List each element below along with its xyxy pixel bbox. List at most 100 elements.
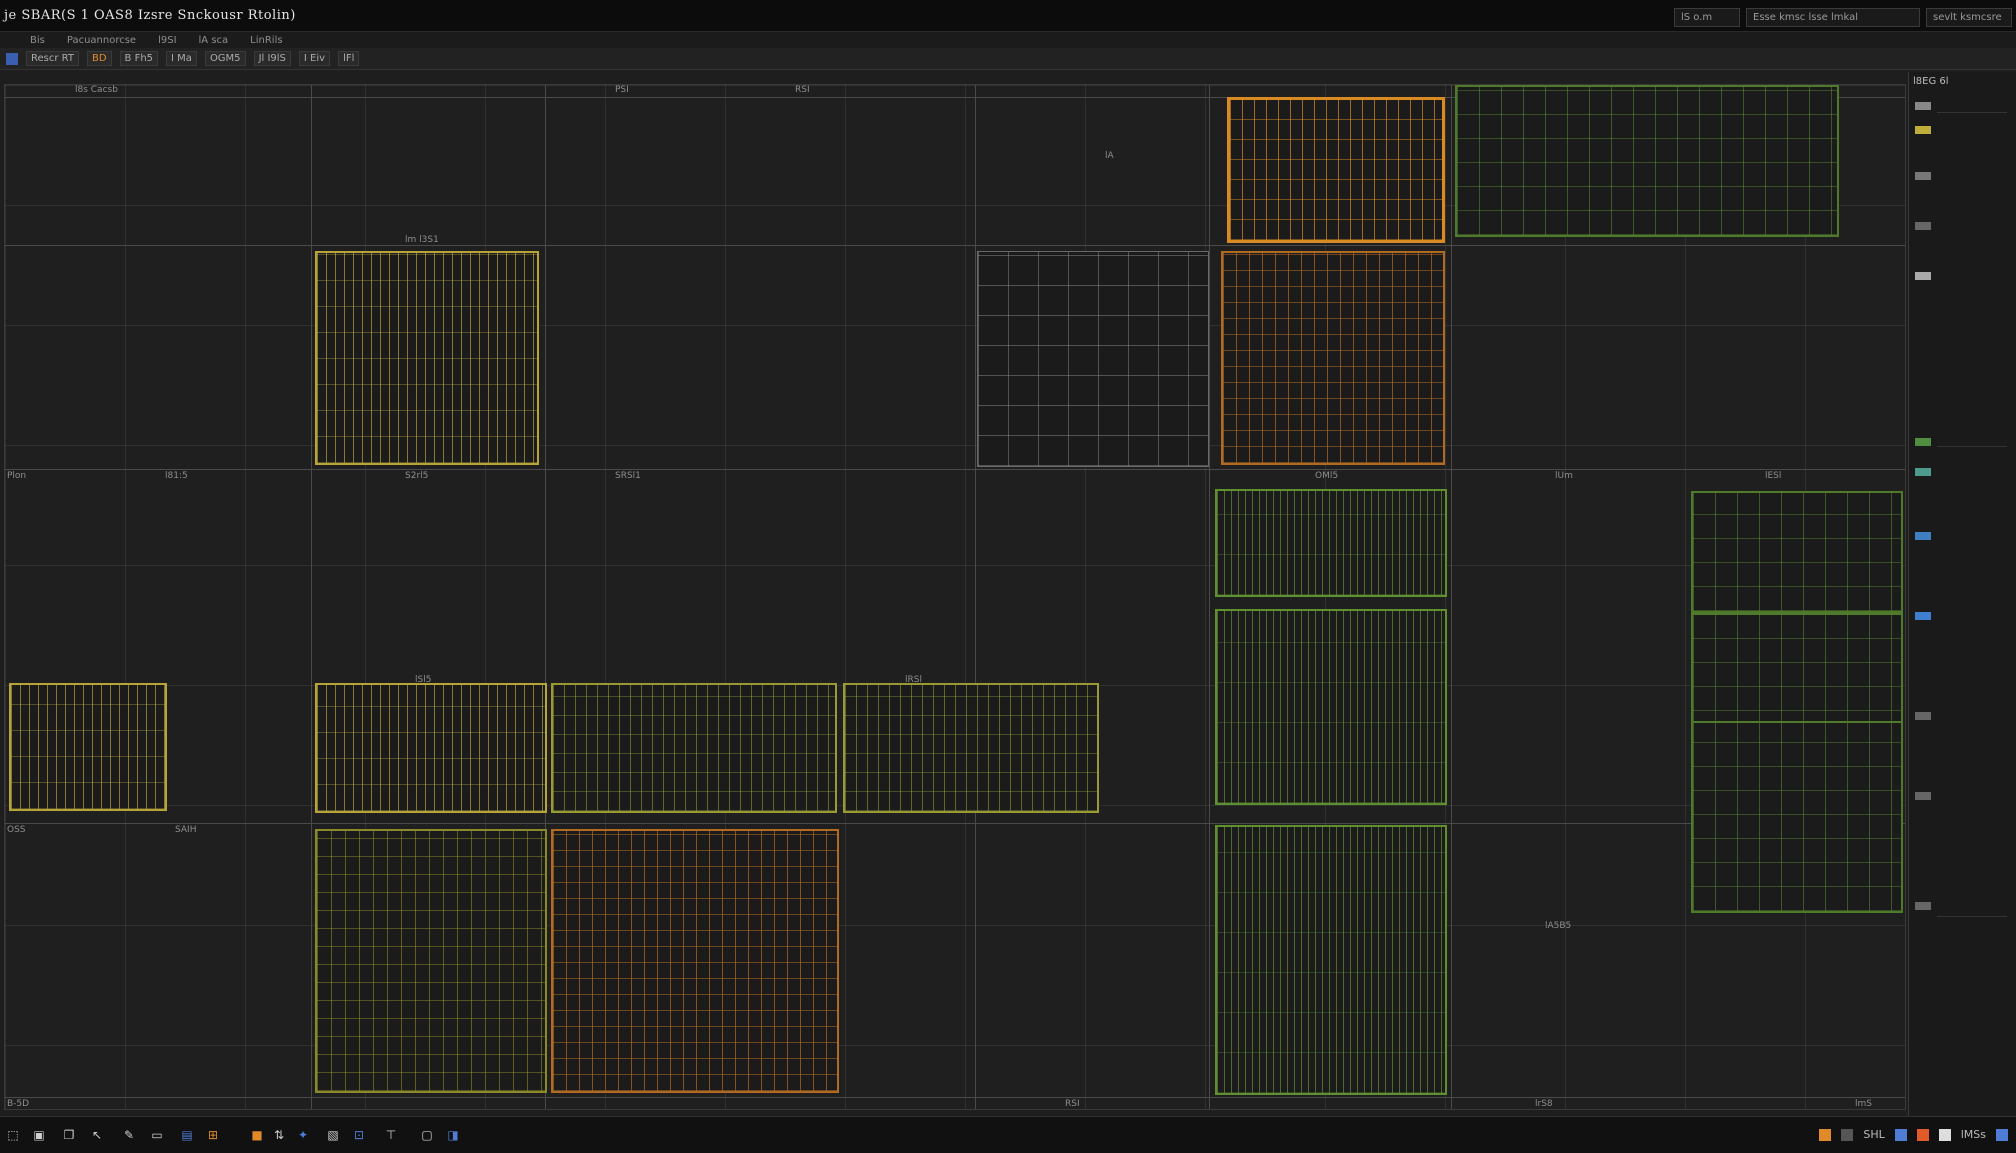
menu-item[interactable]: Bis (30, 35, 45, 46)
search-field[interactable]: Esse kmsc lsse lmkal (1746, 8, 1920, 27)
grid-line (5, 245, 1905, 246)
copy-tool-icon[interactable]: ❐ (62, 1128, 76, 1142)
layer-tool-icon[interactable]: ▤ (180, 1128, 194, 1142)
tool-button[interactable]: B Fh5 (119, 51, 159, 66)
row-label: l81:5 (165, 471, 188, 481)
tool-button[interactable]: lFl (338, 51, 360, 66)
row-label: OSS (7, 825, 26, 835)
grid-label: lA5B5 (1545, 921, 1572, 931)
row-label: Plon (7, 471, 27, 481)
grid-line (5, 469, 1905, 470)
row-label: lA (1105, 151, 1114, 161)
menu-item[interactable]: lA sca (199, 35, 229, 46)
grid-label: lESl (1765, 471, 1782, 481)
tool-button[interactable]: I Eiv (298, 51, 331, 66)
select-tool-icon[interactable]: ⬚ (6, 1128, 20, 1142)
grid-label: RSI (1065, 1099, 1080, 1109)
user-field[interactable]: sevlt ksmcsre (1926, 8, 2012, 27)
row-label: B-5D (7, 1099, 30, 1109)
zoom-field[interactable]: lS o.m (1674, 8, 1740, 27)
tool-button[interactable]: I Ma (166, 51, 197, 66)
floor-plan-block[interactable] (9, 683, 167, 811)
move-tool-icon[interactable]: ⇅ (272, 1128, 286, 1142)
status-text: lMSs (1960, 1128, 1986, 1141)
layer-swatch[interactable] (1915, 902, 1931, 910)
orange-square-icon[interactable]: ■ (250, 1128, 264, 1142)
grid-label: S2rl5 (405, 471, 429, 481)
doc-tool-icon[interactable]: ▢ (420, 1128, 434, 1142)
image-tool-icon[interactable]: ▣ (32, 1128, 46, 1142)
floor-plan-block[interactable] (315, 683, 547, 813)
status-red-icon[interactable] (1916, 1128, 1929, 1141)
grid-tool-icon[interactable]: ⊡ (352, 1128, 366, 1142)
status-blue-icon[interactable] (1996, 1128, 2008, 1141)
text-tool-icon[interactable]: ⊤ (384, 1128, 398, 1142)
grid-label: SAIH (175, 825, 197, 835)
layer-swatch[interactable] (1915, 532, 1931, 540)
status-gray-icon[interactable] (1841, 1128, 1854, 1141)
layer-swatch[interactable] (1915, 712, 1931, 720)
floor-plan-block[interactable] (1227, 97, 1445, 243)
floor-plan-block[interactable] (315, 829, 547, 1093)
floor-plan-block[interactable] (1221, 251, 1445, 465)
floor-plan-block[interactable] (1691, 721, 1903, 913)
app-icon (6, 52, 18, 65)
grid-label: RSI (795, 85, 810, 95)
layer-swatch[interactable] (1915, 792, 1931, 800)
divider (1937, 916, 2007, 917)
pen-tool-icon[interactable]: ✎ (122, 1128, 136, 1142)
divider (1937, 112, 2007, 113)
grid-label: lmS (1855, 1099, 1872, 1109)
layer-swatch[interactable] (1915, 612, 1931, 620)
status-blue-icon[interactable] (1894, 1128, 1907, 1141)
layout-canvas[interactable]: Plon l81:5 OSS lA B-5D l8s Cacsb PSI RSI… (4, 84, 1906, 1110)
grid-line (311, 85, 312, 1109)
tool-button[interactable]: Jl I9lS (253, 51, 291, 66)
layer-swatch[interactable] (1915, 126, 1931, 134)
grid-line (5, 823, 1905, 824)
tool-button[interactable]: Rescr RT (26, 51, 79, 66)
title-right-controls: lS o.m Esse kmsc lsse lmkal sevlt ksmcsr… (1674, 8, 2012, 27)
chart-tool-icon[interactable]: ◨ (446, 1128, 460, 1142)
floor-plan-block[interactable] (551, 683, 837, 813)
floor-plan-block[interactable] (977, 251, 1209, 467)
floor-plan-block[interactable] (1215, 609, 1447, 805)
layers-panel: l8EG 6l (1908, 72, 2016, 1116)
menu-item[interactable]: LinRils (250, 35, 282, 46)
status-orange-icon[interactable] (1819, 1128, 1832, 1141)
layer-swatch[interactable] (1915, 172, 1931, 180)
floor-plan-block[interactable] (551, 829, 839, 1093)
tool-button[interactable]: BD (86, 51, 112, 66)
layer-swatch[interactable] (1915, 438, 1931, 446)
grid-line (5, 1097, 1905, 1098)
menu-item[interactable]: l9SI (158, 35, 176, 46)
tool-button[interactable]: OGM5 (204, 51, 246, 66)
floor-plan-block[interactable] (1215, 489, 1447, 597)
status-text: SHL (1863, 1128, 1885, 1141)
layer-swatch[interactable] (1915, 222, 1931, 230)
grid-label: PSI (615, 85, 629, 95)
floor-plan-block[interactable] (843, 683, 1099, 813)
paint-tool-icon[interactable]: ✦ (296, 1128, 310, 1142)
status-white-icon[interactable] (1938, 1128, 1951, 1141)
pointer-tool-icon[interactable]: ↖ (90, 1128, 104, 1142)
status-area: SHL lMSs (1819, 1128, 2008, 1141)
divider (1937, 446, 2007, 447)
grid-line (1209, 85, 1210, 1109)
floor-plan-block[interactable] (1691, 491, 1903, 613)
rect-tool-icon[interactable]: ▭ (150, 1128, 164, 1142)
menu-bar: Bis Pacuannorcse l9SI lA sca LinRils (0, 32, 2016, 48)
measure-tool-icon[interactable]: ⊞ (206, 1128, 220, 1142)
clip-tool-icon[interactable]: ▧ (326, 1128, 340, 1142)
grid-line (975, 85, 976, 1109)
menu-item[interactable]: Pacuannorcse (67, 35, 136, 46)
panel-title: l8EG 6l (1913, 76, 1949, 87)
grid-label: lrS8 (1535, 1099, 1553, 1109)
floor-plan-block[interactable] (1455, 85, 1839, 237)
floor-plan-block[interactable] (315, 251, 539, 465)
tool-bar: Rescr RT BD B Fh5 I Ma OGM5 Jl I9lS I Ei… (0, 48, 2016, 70)
floor-plan-block[interactable] (1215, 825, 1447, 1095)
layer-swatch[interactable] (1915, 102, 1931, 110)
layer-swatch[interactable] (1915, 272, 1931, 280)
layer-swatch[interactable] (1915, 468, 1931, 476)
